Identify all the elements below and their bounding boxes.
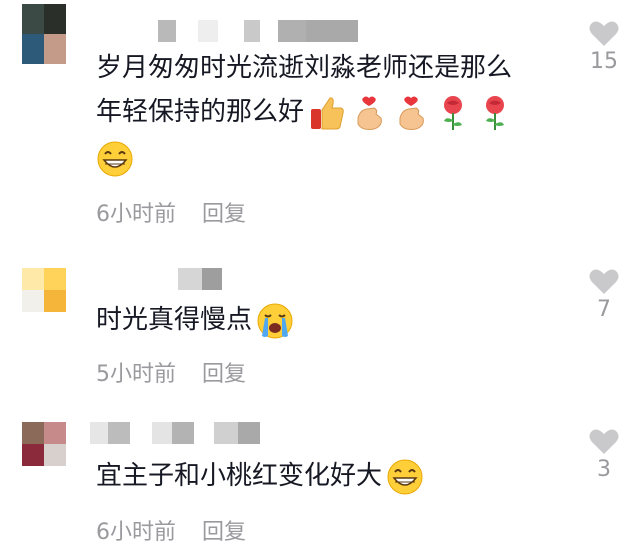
heart-icon bbox=[589, 429, 619, 454]
timestamp: 6小时前 bbox=[96, 520, 176, 545]
like-button[interactable]: 15 bbox=[580, 20, 628, 74]
finger-heart-icon bbox=[392, 94, 430, 132]
avatar[interactable] bbox=[22, 268, 66, 312]
like-count: 7 bbox=[597, 297, 611, 322]
grin-icon bbox=[386, 458, 424, 496]
comment-text-line2: 年轻保持的那么好 bbox=[96, 90, 514, 134]
avatar[interactable] bbox=[22, 422, 66, 466]
heart-icon bbox=[589, 21, 619, 46]
comment-meta: 6小时前 回复 bbox=[96, 196, 246, 228]
username-blurred[interactable] bbox=[90, 422, 260, 444]
comment-text: 岁月匆匆时光流逝刘淼老师还是那么 bbox=[96, 53, 513, 83]
like-button[interactable]: 7 bbox=[580, 268, 628, 322]
comment-meta: 6小时前 回复 bbox=[96, 514, 246, 546]
like-button[interactable]: 3 bbox=[580, 428, 628, 482]
timestamp: 6小时前 bbox=[96, 202, 176, 227]
comment-text: 宜主子和小桃红变化好大 bbox=[96, 454, 424, 498]
reply-button[interactable]: 回复 bbox=[202, 202, 246, 227]
comment-item: 宜主子和小桃红变化好大 6小时前 回复 3 bbox=[0, 400, 641, 556]
heart-icon bbox=[589, 269, 619, 294]
finger-heart-icon bbox=[350, 94, 388, 132]
avatar[interactable] bbox=[22, 4, 66, 64]
comment-item: 岁月匆匆时光流逝刘淼老师还是那么 年轻保持的那么好 6小时前 回复 15 bbox=[0, 0, 641, 240]
like-count: 3 bbox=[597, 457, 611, 482]
grin-icon bbox=[96, 140, 134, 178]
username-blurred[interactable] bbox=[178, 268, 222, 290]
reply-button[interactable]: 回复 bbox=[202, 520, 246, 545]
username-blurred[interactable] bbox=[158, 20, 358, 42]
comment-text-line3 bbox=[96, 136, 134, 180]
comment-text: 时光真得慢点 bbox=[96, 298, 294, 342]
crying-icon bbox=[256, 302, 294, 340]
like-count: 15 bbox=[590, 49, 618, 74]
rose-icon bbox=[476, 94, 514, 132]
comment-item: 时光真得慢点 5小时前 回复 7 bbox=[0, 240, 641, 400]
rose-icon bbox=[434, 94, 472, 132]
thumbs-up-icon bbox=[308, 94, 346, 132]
comment-meta: 5小时前 回复 bbox=[96, 356, 246, 388]
timestamp: 5小时前 bbox=[96, 362, 176, 387]
reply-button[interactable]: 回复 bbox=[202, 362, 246, 387]
